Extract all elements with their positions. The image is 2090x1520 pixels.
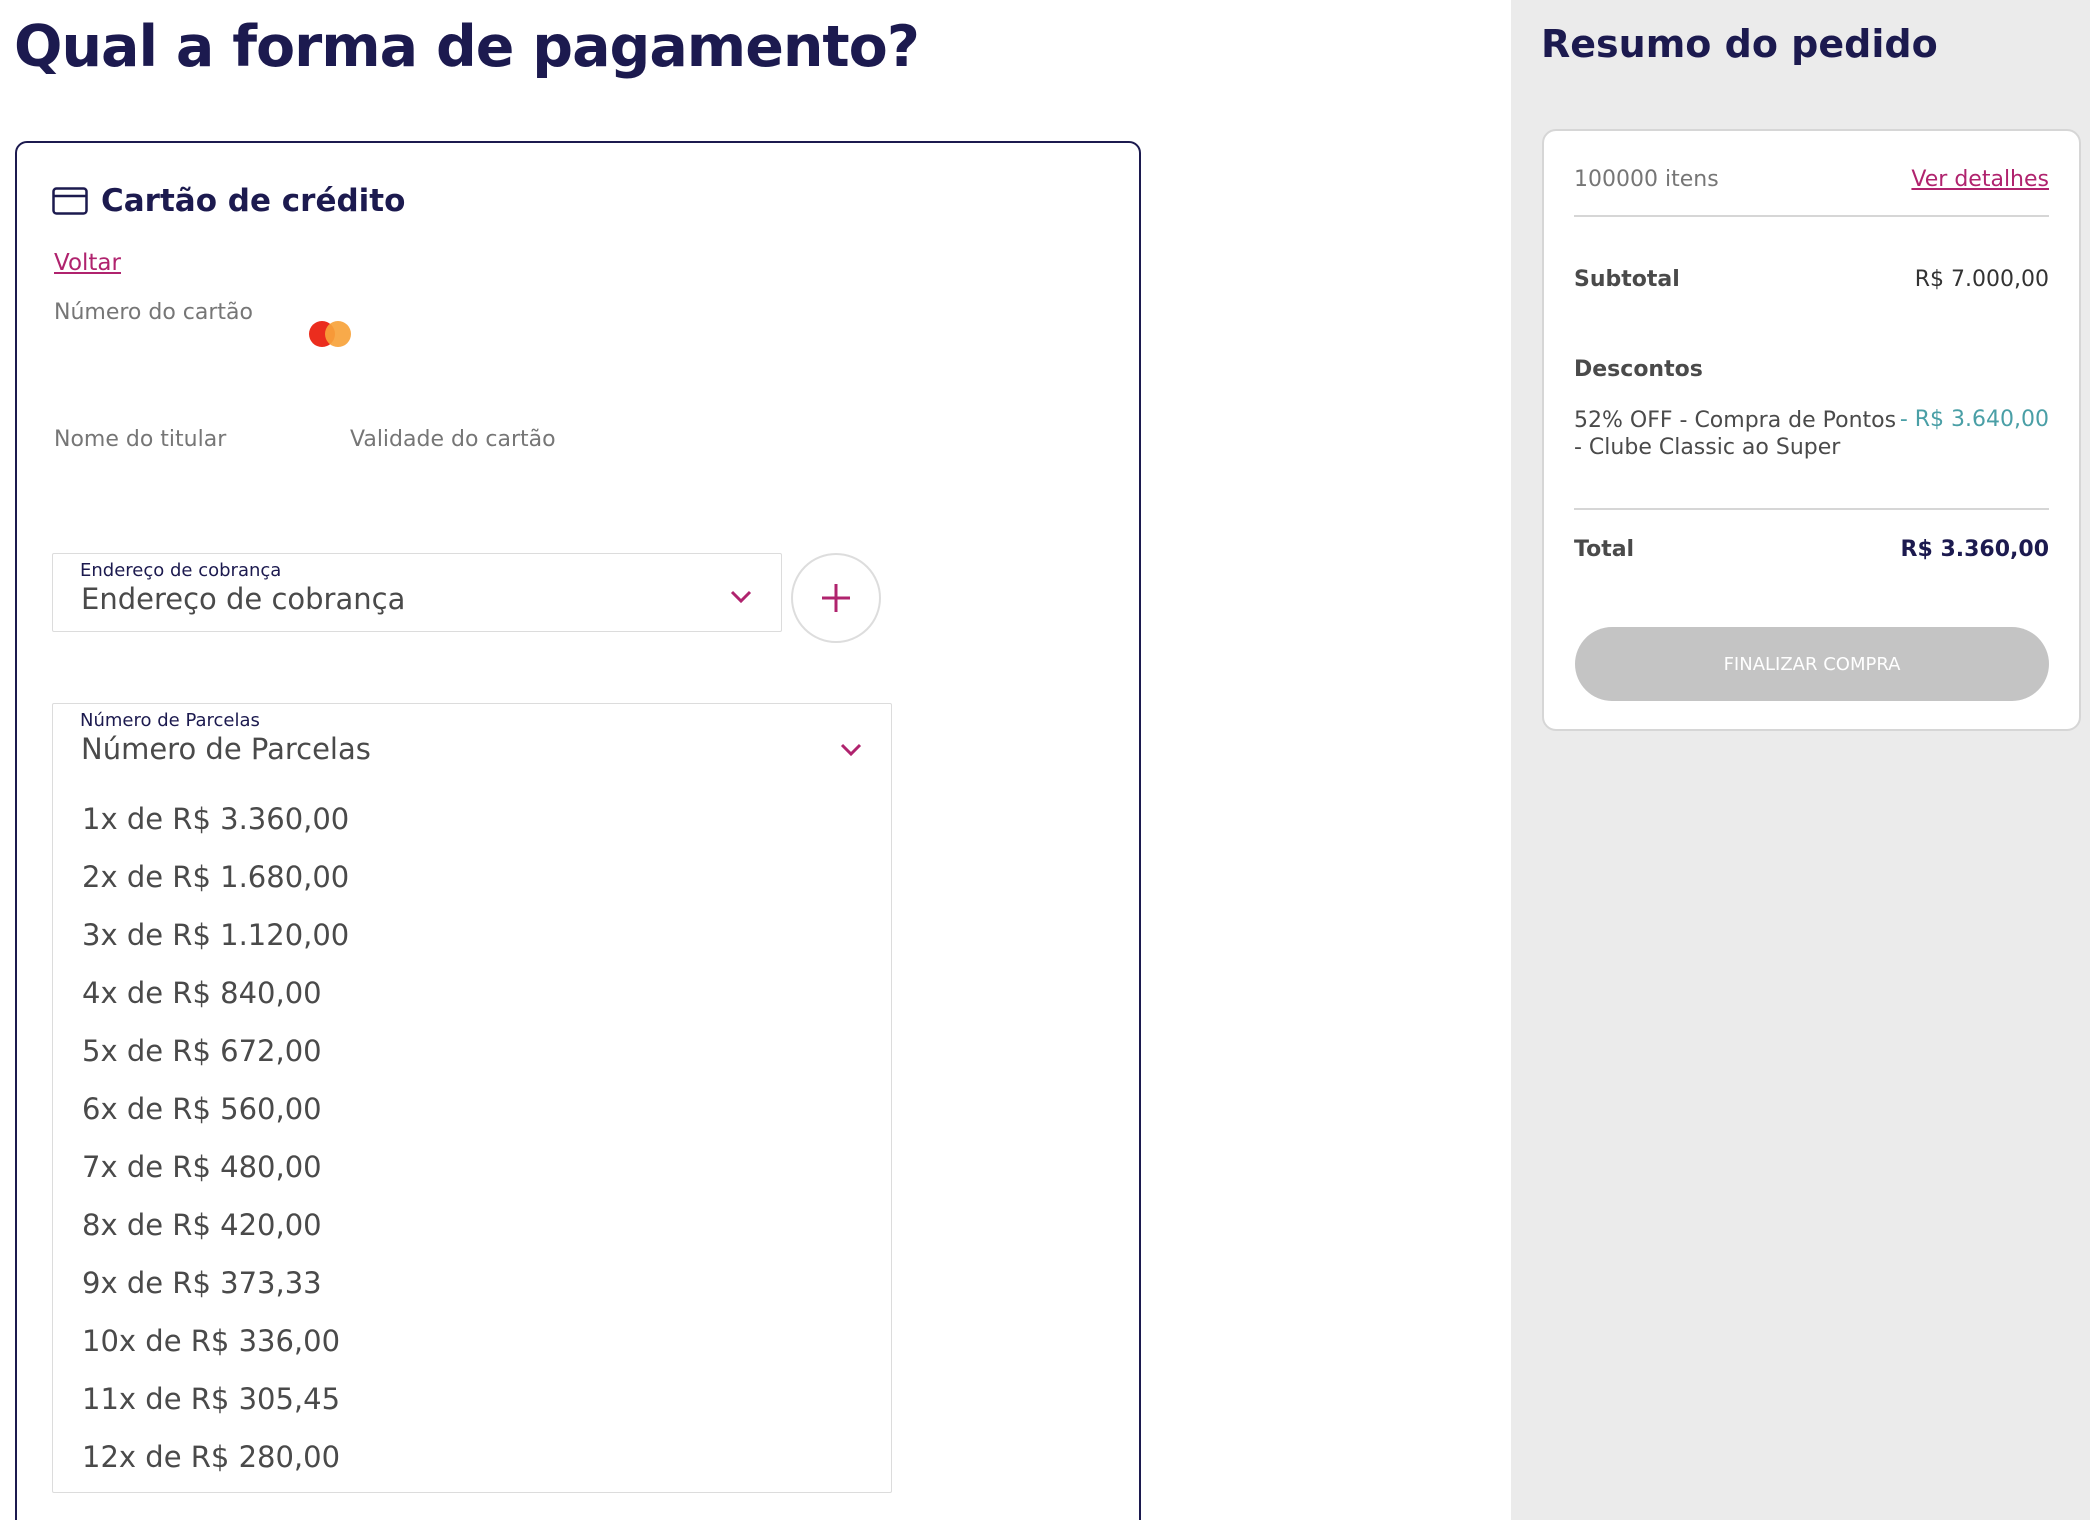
installment-option[interactable]: 2x de R$ 1.680,00 xyxy=(53,848,891,906)
installment-option[interactable]: 3x de R$ 1.120,00 xyxy=(53,906,891,964)
order-summary-sidebar: Resumo do pedido 100000 itens Ver detalh… xyxy=(1511,0,2090,1520)
chevron-down-icon xyxy=(840,743,862,757)
items-count: 100000 itens xyxy=(1574,167,1719,192)
installment-option[interactable]: 7x de R$ 480,00 xyxy=(53,1138,891,1196)
installment-option[interactable]: 11x de R$ 305,45 xyxy=(53,1370,891,1428)
subtotal-row: Subtotal R$ 7.000,00 xyxy=(1574,267,2049,292)
holder-name-label: Nome do titular xyxy=(54,427,227,452)
page-title: Qual a forma de pagamento? xyxy=(14,14,920,80)
total-label: Total xyxy=(1574,537,1635,562)
billing-address-value: Endereço de cobrança xyxy=(81,582,406,616)
payment-method-heading: Cartão de crédito xyxy=(52,183,405,219)
items-row: 100000 itens Ver detalhes xyxy=(1574,167,2049,192)
installment-option[interactable]: 1x de R$ 3.360,00 xyxy=(53,790,891,848)
divider xyxy=(1574,508,2049,510)
installment-option[interactable]: 9x de R$ 373,33 xyxy=(53,1254,891,1312)
installments-float-label: Número de Parcelas xyxy=(80,710,260,731)
installment-option[interactable]: 8x de R$ 420,00 xyxy=(53,1196,891,1254)
finalize-purchase-button[interactable]: FINALIZAR COMPRA xyxy=(1575,627,2049,701)
mastercard-icon xyxy=(309,321,351,347)
total-row: Total R$ 3.360,00 xyxy=(1574,537,2049,562)
chevron-down-icon xyxy=(730,590,752,604)
installment-option[interactable]: 6x de R$ 560,00 xyxy=(53,1080,891,1138)
installments-value: Número de Parcelas xyxy=(81,732,371,766)
discount-value: - R$ 3.640,00 xyxy=(1899,407,2049,432)
installment-option[interactable]: 12x de R$ 280,00 xyxy=(53,1428,891,1486)
discount-description: 52% OFF - Compra de Pontos - Clube Class… xyxy=(1574,408,1897,460)
billing-address-float-label: Endereço de cobrança xyxy=(80,560,282,581)
card-validity-label: Validade do cartão xyxy=(350,427,556,452)
add-address-button[interactable] xyxy=(791,553,881,643)
subtotal-value: R$ 7.000,00 xyxy=(1914,267,2049,292)
installments-select[interactable]: Número de Parcelas Número de Parcelas 1x… xyxy=(52,703,892,1493)
card-number-label: Número do cartão xyxy=(54,300,253,325)
back-link[interactable]: Voltar xyxy=(54,250,121,276)
view-details-link[interactable]: Ver detalhes xyxy=(1911,167,2049,192)
order-summary-card: 100000 itens Ver detalhes Subtotal R$ 7.… xyxy=(1542,129,2081,731)
discount-row: 52% OFF - Compra de Pontos - Clube Class… xyxy=(1574,407,2049,461)
subtotal-label: Subtotal xyxy=(1574,267,1680,292)
billing-address-select[interactable]: Endereço de cobrança Endereço de cobranç… xyxy=(52,553,782,632)
installment-option[interactable]: 5x de R$ 672,00 xyxy=(53,1022,891,1080)
divider xyxy=(1574,215,2049,217)
installment-option[interactable]: 10x de R$ 336,00 xyxy=(53,1312,891,1370)
installment-option[interactable]: 4x de R$ 840,00 xyxy=(53,964,891,1022)
order-summary-title: Resumo do pedido xyxy=(1541,22,1938,66)
installments-options-list: 1x de R$ 3.360,00 2x de R$ 1.680,00 3x d… xyxy=(53,790,891,1486)
discounts-label: Descontos xyxy=(1574,357,1703,382)
plus-icon xyxy=(822,584,850,612)
payment-method-title: Cartão de crédito xyxy=(101,183,406,219)
total-value: R$ 3.360,00 xyxy=(1900,537,2049,562)
credit-card-icon xyxy=(52,187,88,215)
